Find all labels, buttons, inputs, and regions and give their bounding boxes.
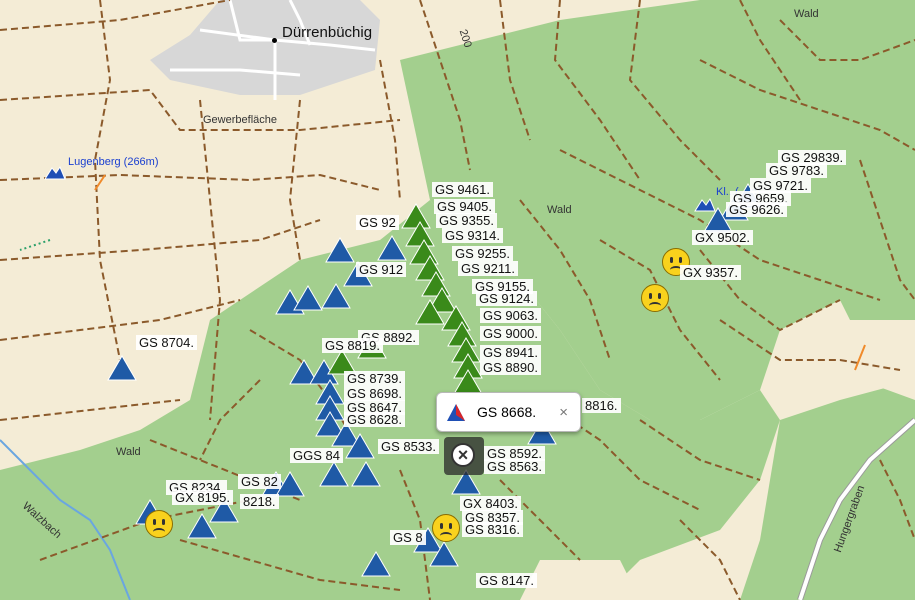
geocache-markers[interactable] [0, 0, 915, 600]
waypoint-label: GS 8698. [344, 386, 405, 401]
waypoint-label: GS 9783. [766, 163, 827, 178]
waypoint-label: GS 8628. [344, 412, 405, 427]
waypoint-popup[interactable]: GS 8668. × [436, 392, 581, 432]
selected-location-marker[interactable]: × [444, 437, 484, 475]
waypoint-label: GS 9211. [458, 261, 518, 276]
mountain-icon [447, 404, 465, 421]
waypoint-label: GS 8533. [378, 439, 439, 454]
waypoint-label: GS 9314. [442, 228, 503, 243]
waypoint-label: GGS 84 [290, 448, 343, 463]
waypoint-label: GS 9405. [434, 199, 495, 214]
dnf-face-icon[interactable] [145, 510, 173, 538]
geocache-marker [187, 513, 217, 539]
close-circle-icon[interactable]: × [451, 443, 475, 467]
geocache-marker [319, 461, 349, 487]
geocache-marker [351, 461, 381, 487]
waypoint-label: GS 9355. [436, 213, 497, 228]
geocache-marker [107, 355, 137, 381]
waypoint-label: GS 8739. [344, 371, 405, 386]
popup-title: GS 8668. [477, 404, 537, 420]
waypoint-label: GS 9063. [480, 308, 541, 323]
waypoint-label: GS 8890. [480, 360, 541, 375]
waypoint-label: 8816. [582, 398, 621, 413]
waypoint-label: GS 8563. [484, 459, 545, 474]
waypoint-label: GS 9461. [432, 182, 493, 197]
popup-close-button[interactable]: × [559, 404, 568, 421]
found-geocache-marker [401, 203, 431, 229]
waypoint-label: GS 8147. [476, 573, 537, 588]
waypoint-label: GS 912 [356, 262, 407, 277]
waypoint-label: GS 8316. [462, 522, 523, 537]
waypoint-label: GS 9000. [480, 326, 541, 341]
waypoint-label: GS 8941. [480, 345, 541, 360]
waypoint-label: GX 8403. [460, 496, 521, 511]
dnf-face-icon[interactable] [432, 514, 460, 542]
waypoint-label: 8218. [240, 494, 279, 509]
geocache-marker [293, 285, 323, 311]
geocache-marker [325, 237, 355, 263]
map-canvas[interactable]: Dürrenbüchig Gewerbefläche Wald Wald Wal… [0, 0, 915, 600]
geocache-marker [321, 283, 351, 309]
dnf-face-icon[interactable] [641, 284, 669, 312]
geocache-marker [361, 551, 391, 577]
waypoint-label: GS 9626. [726, 202, 787, 217]
waypoint-label: GS 8 [390, 530, 426, 545]
waypoint-label: GS 82 [238, 474, 281, 489]
waypoint-label: GX 9502. [692, 230, 753, 245]
waypoint-label: GX 8195. [172, 490, 233, 505]
waypoint-label: GS 8704. [136, 335, 197, 350]
waypoint-label: GX 9357. [680, 265, 741, 280]
waypoint-label: GS 92 [356, 215, 399, 230]
waypoint-label: GS 9124. [476, 291, 537, 306]
geocache-marker [377, 235, 407, 261]
waypoint-label: GS 8819. [322, 338, 383, 353]
waypoint-label: GS 9255. [452, 246, 513, 261]
